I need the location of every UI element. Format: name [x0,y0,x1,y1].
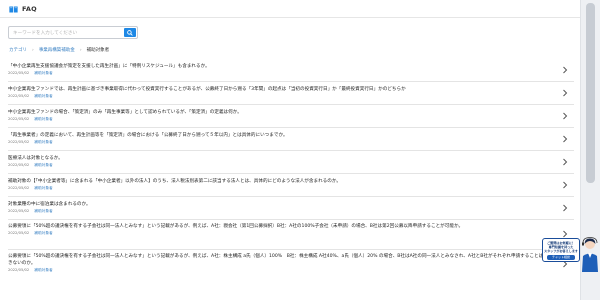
chevron-right-icon [563,204,568,212]
breadcrumb: カテゴリ › 事業再構築補助金 › 補助対象者 [9,47,110,54]
faq-page: FAQ カテゴリ › 事業再構築補助金 › 補助対象者 「中小企業再生支援協議会… [0,0,580,300]
faq-question: 医療法人は対象となるか。 [8,156,63,161]
faq-category[interactable]: 補助対象者 [34,71,52,75]
chat-line-3: スタッフがお答えします [543,249,579,254]
page-title: FAQ [22,5,37,13]
faq-category[interactable]: 補助対象者 [34,186,52,190]
faq-date: 2022/05/02 [8,71,30,75]
breadcrumb-separator: › [32,47,34,53]
chat-bubble-text: ご質問はお気軽に！ 専門知識を持った スタッフがお答えします [543,241,579,254]
breadcrumb-subsidy[interactable]: 事業再構築補助金 [39,47,75,53]
faq-question: 対象業種の中に宿泊業は含まれるのか。 [8,202,91,207]
chat-bubble[interactable]: ご質問はお気軽に！ 専門知識を持った スタッフがお答えします チャット相談 [542,238,580,262]
faq-date: 2022/05/02 [8,268,30,272]
faq-meta: 2022/05/02 補助対象者 [8,231,574,236]
breadcrumb-category[interactable]: カテゴリ [9,47,27,53]
breadcrumb-separator: › [79,47,82,53]
faq-category[interactable]: 補助対象者 [34,231,52,235]
faq-date: 2022/05/02 [8,163,30,167]
faq-item[interactable]: 公募要領に「50%超の議決権を有する子会社は同一法人とみなす」という記載があるが… [8,250,574,280]
faq-date: 2022/05/02 [8,231,30,235]
faq-category[interactable]: 補助対象者 [34,94,52,98]
faq-date: 2022/05/02 [8,94,30,98]
faq-date: 2022/05/02 [8,186,30,190]
breadcrumb-current: 補助対象者 [86,48,110,53]
faq-list: 「中小企業再生支援協議会が策定を支援した再生計画」に「特例リスケジュール」も含ま… [8,59,574,280]
faq-meta: 2022/05/02 補助対象者 [8,71,574,76]
faq-date: 2022/05/02 [8,117,30,121]
faq-question: 中小企業再生ファンドでは、再生計画に基づき事業取得に代わって投資実行することがあ… [8,87,406,92]
faq-meta: 2022/05/02 補助対象者 [8,163,574,168]
faq-item[interactable]: 中小企業再生ファンドでは、再生計画に基づき事業取得に代わって投資実行することがあ… [8,82,574,105]
faq-meta: 2022/05/02 補助対象者 [8,117,574,122]
header-divider [0,17,580,18]
faq-meta: 2022/05/02 補助対象者 [8,186,574,191]
page-header: FAQ [9,3,37,15]
search-box [8,26,138,39]
faq-category[interactable]: 補助対象者 [34,209,52,213]
faq-category[interactable]: 補助対象者 [34,268,52,272]
faq-category[interactable]: 補助対象者 [34,163,52,167]
faq-meta: 2022/05/02 補助対象者 [8,94,574,99]
chevron-right-icon [563,135,568,143]
chevron-right-icon [563,89,568,97]
faq-meta: 2022/05/02 補助対象者 [8,268,574,273]
chat-support-widget[interactable]: ご質問はお気軽に！ 専門知識を持った スタッフがお答えします チャット相談 [542,236,600,272]
search-button[interactable] [124,28,136,37]
faq-item[interactable]: 対象業種の中に宿泊業は含まれるのか。 2022/05/02 補助対象者 [8,197,574,220]
faq-question: 「再生事業者」の定義において、再生計画等を「策定済」の場合における「公募終了日か… [8,133,288,138]
operator-avatar-icon [582,237,598,272]
chevron-right-icon [563,158,568,166]
faq-category[interactable]: 補助対象者 [34,117,52,121]
faq-item[interactable]: 公募要領に「50%超の議決権を有する子会社は同一法人とみなす」という記載があるが… [8,220,574,250]
faq-meta: 2022/05/02 補助対象者 [8,140,574,145]
faq-date: 2022/05/02 [8,140,30,144]
chevron-right-icon [563,181,568,189]
chevron-right-icon [563,112,568,120]
search-input[interactable] [13,28,117,38]
chevron-right-icon [563,66,568,74]
faq-category[interactable]: 補助対象者 [34,140,52,144]
faq-item[interactable]: 「再生事業者」の定義において、再生計画等を「策定済」の場合における「公募終了日か… [8,128,574,151]
faq-question: 公募要領に「50%超の議決権を有する子会社は同一法人とみなす」という記載があるが… [8,254,548,266]
faq-date: 2022/05/02 [8,209,30,213]
faq-meta: 2022/05/02 補助対象者 [8,209,574,214]
scrollbar-thumb[interactable] [586,3,595,183]
book-icon [9,6,18,12]
faq-item[interactable]: 「中小企業再生支援協議会が策定を支援した再生計画」に「特例リスケジュール」も含ま… [8,59,574,82]
faq-question: 補助対象の【「中小企業者等」に含まれる「中小企業者」以外の法人】のうち、法人税法… [8,179,341,184]
faq-item[interactable]: 補助対象の【「中小企業者等」に含まれる「中小企業者」以外の法人】のうち、法人税法… [8,174,574,197]
faq-question: 中小企業再生ファンドの場合、「策定済」のみ「再生事業等」として認められているが、… [8,110,242,115]
search-icon [127,29,133,36]
faq-item[interactable]: 医療法人は対象となるか。 2022/05/02 補助対象者 [8,151,574,174]
faq-item[interactable]: 中小企業再生ファンドの場合、「策定済」のみ「再生事業等」として認められているが、… [8,105,574,128]
chat-consult-button[interactable]: チャット相談 [547,254,575,260]
faq-question: 「中小企業再生支援協議会が策定を支援した再生計画」に「特例リスケジュール」も含ま… [8,64,210,69]
faq-question: 公募要領に「50%超の議決権を有する子会社は同一法人とみなす」という記載があるが… [8,224,464,229]
